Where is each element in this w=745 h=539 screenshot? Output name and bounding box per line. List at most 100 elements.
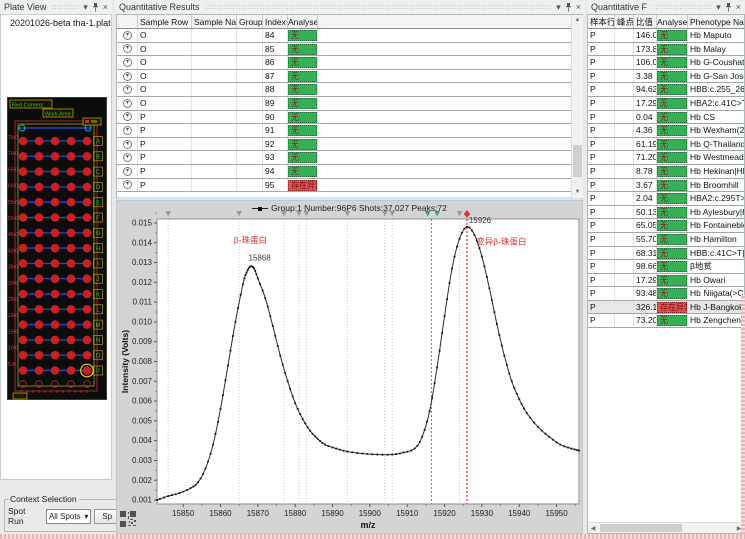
analyse-status-badge: 无	[657, 57, 687, 68]
table-row[interactable]: P65.05无Hb Fontaineble	[588, 219, 744, 233]
expander-icon[interactable]: ▾	[123, 99, 132, 108]
pin-icon[interactable]	[565, 3, 572, 12]
expander-icon[interactable]: ▾	[123, 126, 132, 135]
column-header[interactable]: 样本行	[588, 15, 615, 28]
scroll-left-arrow[interactable]: ◀	[588, 525, 598, 532]
table-row[interactable]: P17.29无Hb Owari	[588, 274, 744, 288]
panel-title: Plate View	[4, 2, 46, 12]
menu-icon[interactable]: ▾	[716, 3, 721, 12]
scroll-up-arrow[interactable]: ▲	[572, 15, 583, 26]
table-row[interactable]: ▾O88无	[117, 83, 582, 97]
expander-icon[interactable]: ▾	[123, 44, 132, 53]
table-row[interactable]: ▾P91无	[117, 124, 582, 138]
scrollbar-thumb[interactable]	[573, 145, 582, 177]
column-header[interactable]: Index	[263, 15, 288, 28]
peak-cell	[615, 287, 634, 300]
table-row[interactable]: ▾P92无	[117, 138, 582, 152]
table-row[interactable]: P98.66无β地贫	[588, 260, 744, 274]
analyse-status-badge: 无	[288, 57, 317, 68]
table-row[interactable]: P8.78无Hb Hekinan|Hb	[588, 165, 744, 179]
table-row[interactable]: P106.0无Hb G-Coushatt	[588, 56, 744, 70]
table-row[interactable]: P50.13无Hb Aylesbury|H	[588, 206, 744, 220]
table-row[interactable]: P71.20无Hb Westmead	[588, 151, 744, 165]
table-row[interactable]: ▾O86无	[117, 56, 582, 70]
analyse-status-badge: 无	[657, 180, 687, 191]
table-row[interactable]: ▾P95存在异常	[117, 179, 582, 193]
table-row[interactable]: P55.70无Hb Hamilton	[588, 233, 744, 247]
column-header[interactable]: Analyse	[657, 15, 688, 28]
table-row[interactable]: P4.36无Hb Wexham(2-	[588, 124, 744, 138]
table-row[interactable]: P173.8无Hb Malay	[588, 43, 744, 57]
column-header[interactable]: Phenotype Nam	[688, 15, 744, 28]
table-row[interactable]: P73.20无Hb Zengcheng	[588, 314, 744, 328]
table-row[interactable]: ▾P90无	[117, 111, 582, 125]
expander-icon[interactable]: ▾	[123, 112, 132, 121]
sample-row-cell: P	[588, 56, 615, 69]
table-row[interactable]: P146.0无Hb Maputo	[588, 29, 744, 43]
analyse-cell: 无	[657, 29, 688, 42]
expander-icon[interactable]: ▾	[123, 167, 132, 176]
peak-cell	[615, 192, 634, 205]
titlebar-grip	[652, 4, 711, 10]
ratio-cell: 146.0	[634, 29, 657, 42]
table-row[interactable]: P3.67无Hb Broomhill	[588, 179, 744, 193]
table-row[interactable]: ▾P93无	[117, 151, 582, 165]
column-header[interactable]	[117, 15, 138, 28]
table-row[interactable]: P68.31无HBB:c.41C>T|H	[588, 247, 744, 261]
ratio-cell: 65.05	[634, 219, 657, 232]
row-expander-cell: ▾	[117, 151, 138, 164]
table-row[interactable]: ▾P94无	[117, 165, 582, 179]
pin-icon[interactable]	[725, 3, 732, 12]
pin-icon[interactable]	[92, 3, 99, 12]
table-row[interactable]: ▾O89无	[117, 97, 582, 111]
spectrum-chart-canvas[interactable]: 1585015860158701588015890159001591015920…	[119, 209, 583, 531]
table-row[interactable]: P61.19无Hb Q-Thailand	[588, 138, 744, 152]
results-table-scrollbar[interactable]: ▲ ▼	[571, 15, 583, 198]
index-cell: 89	[263, 97, 288, 110]
close-icon[interactable]: ×	[103, 3, 108, 12]
sample-row-cell: P	[588, 301, 615, 314]
svg-text:50.0: 50.0	[8, 216, 18, 222]
ratio-cell: 93.48	[634, 287, 657, 300]
group-cell	[237, 124, 263, 137]
expander-icon[interactable]: ▾	[123, 153, 132, 162]
close-icon[interactable]: ×	[576, 3, 581, 12]
column-header[interactable]: Analyse	[288, 15, 318, 28]
table-row[interactable]: P17.29无HBA2:c.41C>T|	[588, 97, 744, 111]
phenotype-table-hscrollbar[interactable]: ◀ ▶	[588, 522, 744, 533]
table-row[interactable]: ▾O85无	[117, 43, 582, 57]
table-row[interactable]: ▾O87无	[117, 70, 582, 84]
scrollbar-thumb[interactable]	[600, 524, 682, 532]
scroll-down-arrow[interactable]: ▼	[572, 187, 583, 198]
column-header[interactable]: Group	[237, 15, 263, 28]
peak-cell	[615, 29, 634, 42]
close-icon[interactable]: ×	[736, 3, 741, 12]
column-header[interactable]: 峰点	[615, 15, 634, 28]
plate-file-item[interactable]: 20201026-beta tha-1.plate	[1, 15, 111, 28]
expander-icon[interactable]: ▾	[123, 180, 132, 189]
ratio-cell: 326.1	[634, 301, 657, 314]
expander-icon[interactable]: ▾	[123, 31, 132, 40]
analyse-cell: 无	[288, 165, 318, 178]
table-row[interactable]: P0.04无Hb CS	[588, 111, 744, 125]
analyse-cell: 无	[657, 43, 688, 56]
column-header[interactable]: Sample Name	[192, 15, 237, 28]
group-cell	[237, 179, 263, 192]
column-header[interactable]: Sample Row	[138, 15, 192, 28]
menu-icon[interactable]: ▾	[556, 3, 561, 12]
expander-icon[interactable]: ▾	[123, 58, 132, 67]
spot-run-select[interactable]: All Spots ▾	[46, 509, 91, 524]
plate-image[interactable]: Red CornersWork AreaABCDEFGHIJKLMNOP75.0…	[7, 97, 107, 400]
expander-icon[interactable]: ▾	[123, 72, 132, 81]
menu-icon[interactable]: ▾	[83, 3, 88, 12]
table-row[interactable]: P93.48无Hb Niigata(>C)	[588, 287, 744, 301]
table-row[interactable]: ▾O84无	[117, 29, 582, 43]
table-row[interactable]: P3.38无Hb G-San José	[588, 70, 744, 84]
table-row[interactable]: P2.04无HBA2:c.295T>G	[588, 192, 744, 206]
table-row[interactable]: P326.1存在异常Hb J-Bangkok	[588, 301, 744, 315]
column-header[interactable]: 比值	[634, 15, 657, 28]
ratio-cell: 0.04	[634, 111, 657, 124]
expander-icon[interactable]: ▾	[123, 140, 132, 149]
table-row[interactable]: P94.62无HBB:c.255_264	[588, 83, 744, 97]
expander-icon[interactable]: ▾	[123, 85, 132, 94]
